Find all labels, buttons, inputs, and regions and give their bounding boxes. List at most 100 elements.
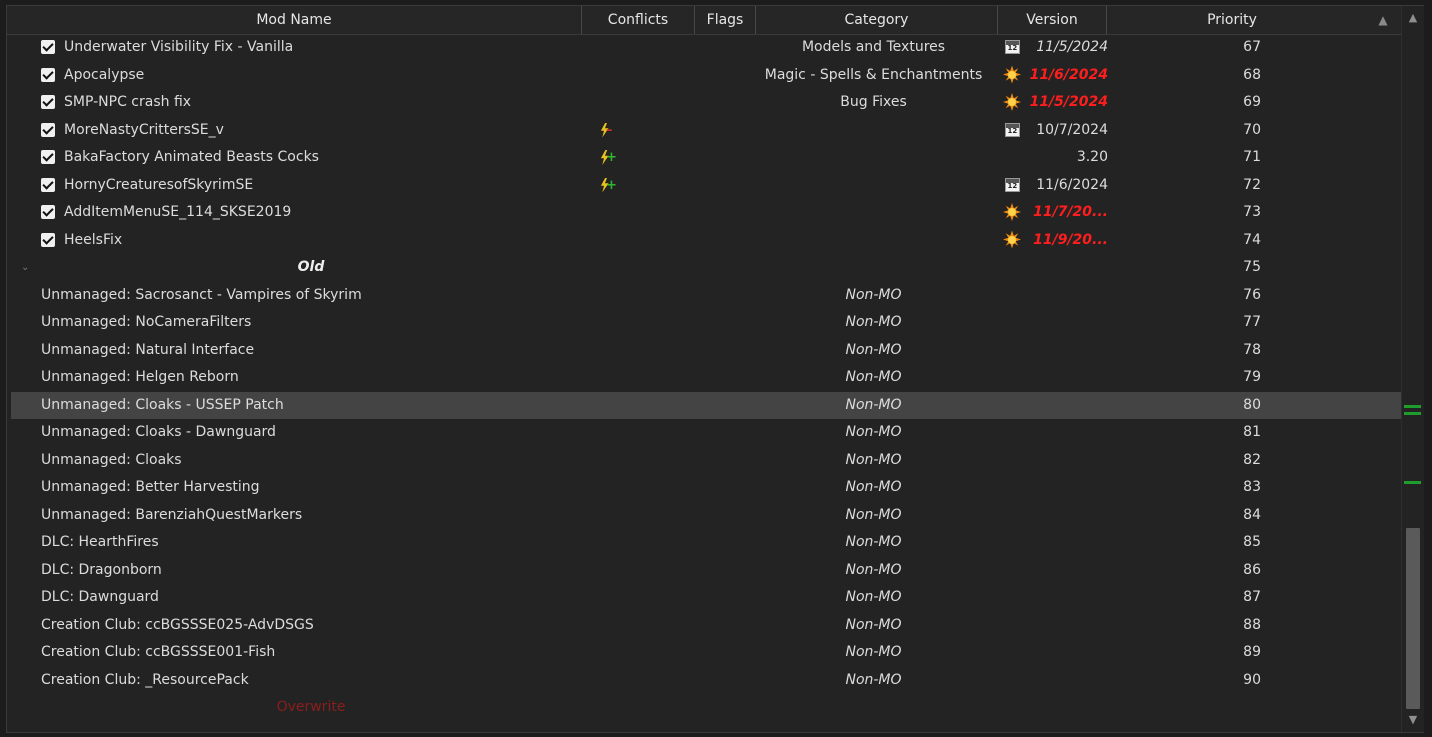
mod-row[interactable]: Unmanaged: Cloaks - Dawnguard Non-MO 81 — [11, 419, 1401, 447]
mod-row[interactable]: AddItemMenuSE_114_SKSE2019 11/7/20... 73 — [11, 199, 1401, 227]
mod-priority: 83 — [1243, 479, 1261, 495]
mod-priority: 86 — [1243, 561, 1261, 578]
mod-row[interactable]: SMP-NPC crash fix Bug Fixes 11/5/2024 69 — [11, 89, 1401, 117]
mod-name: BakaFactory Animated Beasts Cocks — [64, 149, 319, 165]
enable-checkbox[interactable] — [41, 199, 57, 227]
enable-checkbox[interactable] — [41, 89, 57, 117]
mod-row[interactable]: Creation Club: ccBGSSSE001-Fish Non-MO 89 — [11, 639, 1401, 667]
mod-category: Models and Textures — [801, 39, 946, 55]
mod-row[interactable]: DLC: Dragonborn Non-MO 86 — [11, 557, 1401, 585]
header-category[interactable]: Category — [756, 6, 998, 34]
mod-priority — [1151, 694, 1261, 722]
mod-category: Non-MO — [845, 671, 902, 688]
mod-version: 3.20 — [1076, 149, 1108, 165]
mod-row[interactable]: DLC: Dawnguard Non-MO 87 — [11, 584, 1401, 612]
mod-name: SMP-NPC crash fix — [64, 94, 192, 110]
mod-priority: 77 — [1243, 314, 1261, 330]
sort-ascending-icon[interactable]: ▲ — [1373, 6, 1393, 34]
update-sun-icon — [1001, 199, 1023, 227]
mod-priority: 67 — [1243, 39, 1261, 55]
update-sun-icon — [1001, 62, 1023, 90]
mod-row[interactable]: Unmanaged: NoCameraFilters Non-MO 77 — [11, 309, 1401, 337]
mod-list-panel: Mod Name Conflicts Flags Category Versio… — [6, 5, 1424, 733]
mod-priority: 82 — [1243, 451, 1261, 468]
mod-name: DLC: HearthFires — [41, 534, 159, 550]
mod-row[interactable]: Apocalypse Magic - Spells & Enchantments 1… — [11, 62, 1401, 90]
mod-priority: 72 — [1243, 176, 1261, 193]
mod-row[interactable]: Unmanaged: Better Harvesting Non-MO 83 — [11, 474, 1401, 502]
mod-row[interactable]: MoreNastyCrittersSE_v 10/7/2024 70 — [11, 117, 1401, 145]
mod-category: Non-MO — [845, 561, 902, 578]
mod-category — [751, 144, 996, 172]
mod-priority: 90 — [1243, 671, 1261, 688]
header-conflicts[interactable]: Conflicts — [582, 6, 695, 34]
enable-checkbox[interactable] — [41, 172, 57, 200]
mod-category — [751, 172, 996, 200]
enable-checkbox[interactable] — [41, 62, 57, 90]
header-priority[interactable]: Priority — [1107, 6, 1357, 34]
mod-version: 11/9/20... — [1033, 231, 1108, 248]
mod-name: MoreNastyCrittersSE_v — [64, 121, 224, 138]
mod-category: Non-MO — [845, 644, 902, 660]
mod-category: Non-MO — [845, 534, 902, 550]
mod-name: Unmanaged: Cloaks - USSEP Patch — [41, 396, 284, 413]
mod-row[interactable]: Unmanaged: Natural Interface Non-MO 78 — [11, 337, 1401, 365]
enable-checkbox[interactable] — [41, 117, 57, 145]
mod-row[interactable]: BakaFactory Animated Beasts Cocks 3.20 71 — [11, 144, 1401, 172]
scroll-up-icon[interactable]: ▲ — [1402, 8, 1424, 28]
mod-row[interactable]: HeelsFix 11/9/20... 74 — [11, 227, 1401, 255]
mod-priority: 88 — [1243, 616, 1261, 633]
mod-row[interactable]: Creation Club: _ResourcePack Non-MO 90 — [11, 667, 1401, 695]
mod-row[interactable]: Creation Club: ccBGSSSE025-AdvDSGS Non-MO… — [11, 612, 1401, 640]
mod-name: Unmanaged: BarenziahQuestMarkers — [41, 506, 303, 523]
mod-row[interactable]: Unmanaged: BarenziahQuestMarkers Non-MO 84 — [11, 502, 1401, 530]
mod-row[interactable]: Unmanaged: Sacrosanct - Vampires of Skyr… — [11, 282, 1401, 310]
mod-category: Non-MO — [845, 424, 902, 440]
scroll-down-icon[interactable]: ▼ — [1402, 710, 1424, 730]
calendar-icon — [1001, 34, 1023, 62]
mod-row[interactable]: Unmanaged: Cloaks Non-MO 82 — [11, 447, 1401, 475]
mod-row[interactable]: Unmanaged: Helgen Reborn Non-MO 79 — [11, 364, 1401, 392]
scroll-marker — [1404, 405, 1421, 408]
enable-checkbox[interactable] — [41, 144, 57, 172]
header-version[interactable]: Version — [998, 6, 1107, 34]
enable-checkbox[interactable] — [41, 34, 57, 62]
overwrite-row[interactable]: Overwrite — [11, 694, 1401, 722]
mod-priority: 69 — [1243, 94, 1261, 110]
header-mod-name[interactable]: Mod Name — [7, 6, 582, 34]
mod-name: DLC: Dragonborn — [41, 561, 162, 578]
mod-priority: 89 — [1243, 644, 1261, 660]
mod-category: Non-MO — [845, 506, 902, 523]
mod-category: Non-MO — [845, 616, 902, 633]
mod-name: AddItemMenuSE_114_SKSE2019 — [64, 204, 292, 220]
calendar-icon — [1001, 117, 1023, 145]
mod-row[interactable]: Unmanaged: Cloaks - USSEP Patch Non-MO 80 — [11, 391, 1401, 419]
mod-row[interactable]: Underwater Visibility Fix - Vanilla Model… — [11, 34, 1401, 62]
mod-name: Creation Club: _ResourcePack — [41, 671, 249, 688]
vertical-scrollbar[interactable]: ▲ ▼ — [1401, 6, 1424, 732]
scrollbar-thumb[interactable] — [1406, 528, 1420, 709]
mod-name: Creation Club: ccBGSSSE001-Fish — [41, 644, 276, 660]
mod-category: Non-MO — [845, 451, 902, 468]
mod-version: 10/7/2024 — [1036, 121, 1108, 138]
mod-version: 11/5/2024 — [1029, 94, 1108, 110]
scroll-marker — [1404, 412, 1421, 415]
mod-priority: 78 — [1243, 341, 1261, 358]
mod-category: Non-MO — [845, 286, 902, 303]
mod-name: Unmanaged: Sacrosanct - Vampires of Skyr… — [41, 286, 362, 303]
mod-row[interactable]: HornyCreaturesofSkyrimSE 11/6/2024 72 — [11, 172, 1401, 200]
scroll-marker — [1404, 481, 1421, 484]
update-sun-icon — [1001, 89, 1023, 117]
mod-category: Non-MO — [845, 314, 902, 330]
collapse-chevron-icon[interactable]: ⌄ — [21, 254, 33, 282]
overwrite-conflict-icon — [589, 144, 623, 172]
header-flags[interactable]: Flags — [695, 6, 756, 34]
mod-version: 11/5/2024 — [1036, 39, 1108, 55]
enable-checkbox[interactable] — [41, 227, 57, 255]
separator-row[interactable]: ⌄ Old 75 — [11, 254, 1401, 282]
overwritten-conflict-icon — [589, 117, 623, 145]
mod-name: Unmanaged: Cloaks — [41, 451, 182, 468]
mod-row[interactable]: DLC: HearthFires Non-MO 85 — [11, 529, 1401, 557]
mod-name: Apocalypse — [64, 66, 145, 83]
mod-category: Non-MO — [845, 589, 902, 605]
